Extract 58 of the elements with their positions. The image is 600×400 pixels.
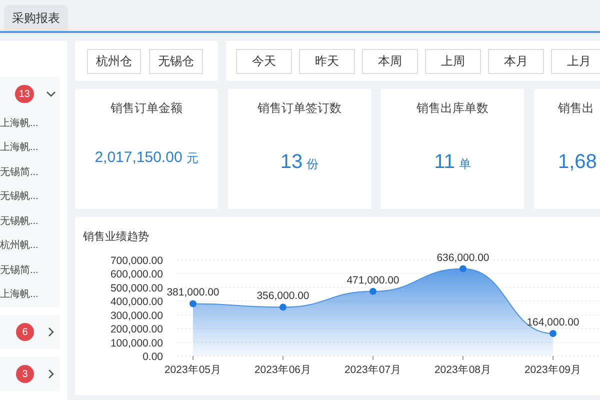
stat-unit: 元 (186, 150, 198, 167)
y-axis-label: 100,000.00 (110, 336, 163, 349)
period-button[interactable]: 本周 (362, 48, 418, 74)
period-button[interactable]: 上月 (551, 48, 600, 74)
y-axis-label: 700,000.00 (110, 254, 163, 266)
value-label: 471,000.00 (346, 274, 400, 286)
period-button[interactable]: 今天 (236, 48, 292, 74)
count-badge: 3 (16, 365, 34, 383)
warehouse-button[interactable]: 杭州仓 (87, 48, 141, 74)
y-axis-label: 400,000.00 (110, 296, 163, 308)
list-item[interactable]: 无锡帆... (0, 209, 60, 234)
list-item[interactable]: 无锡帆... (0, 184, 60, 209)
list-item[interactable]: 杭州帆... (0, 234, 60, 258)
stat-title: 销售出 (558, 100, 594, 117)
stat-title: 销售订单金额 (110, 100, 182, 117)
count-badge: 13 (14, 85, 34, 103)
data-point (460, 264, 466, 272)
data-point (280, 303, 286, 310)
stat-title: 销售出库单数 (416, 100, 488, 117)
chevron-right-icon (46, 327, 56, 337)
x-axis-label: 2023年05月 (164, 364, 222, 376)
list-item[interactable]: 上海帆... (0, 111, 60, 136)
tab[interactable]: 采购报表 (4, 5, 68, 31)
value-label: 356,000.00 (256, 290, 310, 302)
data-point (370, 287, 376, 294)
list-item[interactable]: 无锡简... (0, 160, 60, 184)
x-axis-label: 2023年06月 (254, 364, 312, 376)
list-item[interactable]: 上海帆... (0, 136, 60, 160)
stat-title: 销售订单签订数 (258, 100, 342, 117)
stat-unit: 单 (458, 156, 471, 173)
x-axis-label: 2023年07月 (344, 364, 402, 376)
data-point (190, 300, 196, 307)
y-axis-label: 500,000.00 (110, 282, 163, 294)
count-badge: 6 (16, 323, 34, 341)
stat-value: 11 (434, 150, 455, 175)
period-button[interactable]: 本月 (488, 48, 544, 74)
period-button[interactable]: 昨天 (299, 48, 355, 74)
chevron-down-icon (46, 89, 56, 99)
chart-title: 销售业绩趋势 (83, 230, 150, 245)
warehouse-button[interactable]: 无锡仓 (149, 48, 203, 74)
value-label: 636,000.00 (436, 251, 490, 264)
chevron-right-icon (46, 369, 56, 379)
stat-value: 2,017,150.00 (94, 148, 182, 168)
value-label: 164,000.00 (526, 316, 580, 328)
stat-value: 1,68 (558, 150, 597, 175)
y-axis-label: 600,000.00 (110, 268, 163, 280)
stat-value: 13 (280, 150, 303, 175)
x-axis-label: 2023年08月 (434, 364, 492, 376)
y-axis-label: 300,000.00 (110, 309, 163, 322)
period-button[interactable]: 上周 (425, 48, 481, 74)
list-item[interactable]: 无锡简... (0, 258, 60, 282)
list-item[interactable]: 上海帆... (0, 282, 60, 307)
stat-unit: 份 (306, 156, 319, 173)
x-axis-label: 2023年09月 (524, 364, 582, 376)
y-axis-label: 0.00 (142, 350, 163, 362)
data-point (550, 330, 556, 336)
y-axis-label: 200,000.00 (110, 323, 163, 336)
value-label: 381,000.00 (166, 286, 220, 298)
